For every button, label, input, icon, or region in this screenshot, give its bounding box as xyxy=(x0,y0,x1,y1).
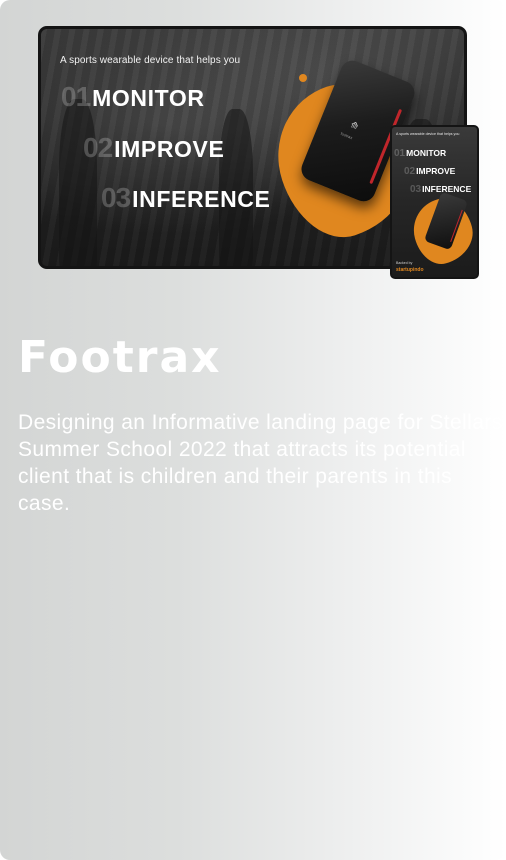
orange-dot xyxy=(285,179,290,184)
step-number: 03 xyxy=(410,184,422,195)
step-label: INFERENCE xyxy=(132,186,271,212)
mockup-tagline: A sports wearable device that helps you xyxy=(60,55,241,66)
step-monitor: 01 MONITOR xyxy=(61,81,205,113)
phone-step-improve: 02 IMPROVE xyxy=(404,166,455,177)
phone-step-monitor: 01 MONITOR xyxy=(394,148,446,159)
phone-tagline: A sports wearable device that helps you xyxy=(396,132,460,136)
step-label: MONITOR xyxy=(406,148,447,158)
orange-dot xyxy=(299,74,307,82)
step-label: INFERENCE xyxy=(422,184,472,194)
step-number: 01 xyxy=(394,148,406,159)
step-label: IMPROVE xyxy=(416,166,456,176)
backed-by-label: Backed by xyxy=(396,261,413,265)
step-number: 01 xyxy=(61,81,91,112)
project-title: Footrax xyxy=(18,332,222,383)
step-label: MONITOR xyxy=(92,85,205,111)
project-card[interactable]: A sports wearable device that helps you … xyxy=(0,0,506,860)
phone-mockup: A sports wearable device that helps you … xyxy=(390,125,479,279)
project-description: Designing an Informative landing page fo… xyxy=(18,411,503,515)
step-number: 02 xyxy=(404,166,416,177)
step-inference: 03 INFERENCE xyxy=(101,182,270,214)
sponsor-logo: startupindo xyxy=(396,267,424,273)
step-improve: 02 IMPROVE xyxy=(83,132,224,164)
step-number: 02 xyxy=(83,132,113,163)
runner-silhouette xyxy=(59,99,97,266)
footrax-logo-icon: ⟰ xyxy=(348,120,360,133)
step-number: 03 xyxy=(101,182,131,213)
step-label: IMPROVE xyxy=(114,136,225,162)
device-brand: footrax xyxy=(339,130,354,141)
